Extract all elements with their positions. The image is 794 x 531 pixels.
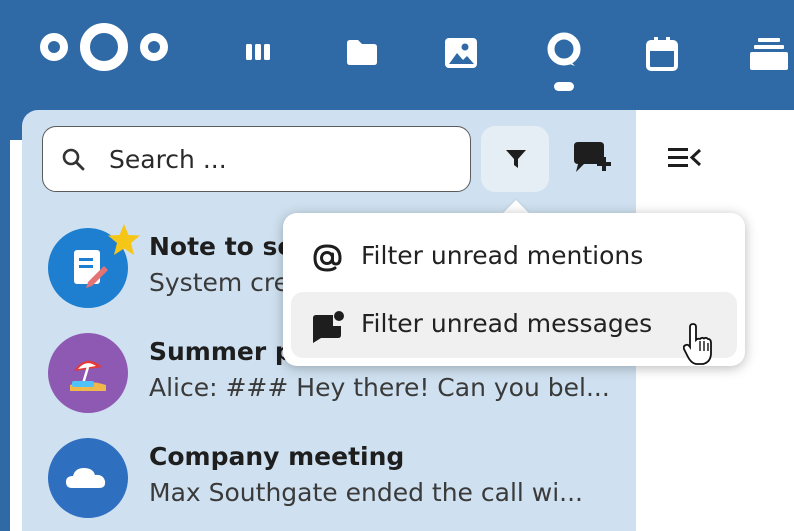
search-input[interactable] xyxy=(107,127,461,192)
filter-button[interactable] xyxy=(481,126,549,192)
conversation-title: Company meeting xyxy=(149,442,405,471)
conversation-preview: System cre xyxy=(149,268,290,297)
hand-cursor-icon xyxy=(682,322,713,370)
new-conversation-button[interactable] xyxy=(570,140,614,184)
filter-menu: Filter unread mentions Filter unread mes… xyxy=(283,213,745,366)
calendar-icon[interactable] xyxy=(645,36,679,72)
conversation-item[interactable]: Company meeting Max Southgate ended the … xyxy=(48,438,618,520)
dashboard-icon[interactable] xyxy=(246,40,272,62)
talk-icon[interactable] xyxy=(545,30,583,94)
logo-icon[interactable] xyxy=(38,22,170,72)
conversation-title: Summer p xyxy=(149,337,293,366)
files-icon[interactable] xyxy=(345,38,379,66)
sidebar-toggle-button[interactable] xyxy=(668,146,702,174)
search-box[interactable] xyxy=(42,126,471,192)
cloud-icon xyxy=(66,468,106,488)
top-header xyxy=(0,0,794,110)
beach-icon xyxy=(70,360,106,391)
search-icon xyxy=(61,147,87,177)
filter-unread-mentions-item[interactable]: Filter unread mentions xyxy=(291,224,737,290)
avatar xyxy=(48,438,128,518)
photos-icon[interactable] xyxy=(443,36,479,70)
conversation-preview: Alice: ### Hey there! Can you bel... xyxy=(149,373,610,402)
filter-unread-messages-item[interactable]: Filter unread messages xyxy=(291,292,737,358)
filter-icon xyxy=(506,150,526,168)
message-badge-icon xyxy=(311,310,345,348)
conversation-preview: Max Southgate ended the call wi... xyxy=(149,478,584,507)
menu-item-label: Filter unread messages xyxy=(361,309,653,338)
conversation-title: Note to se xyxy=(149,232,295,261)
avatar xyxy=(48,333,128,413)
deck-icon[interactable] xyxy=(748,36,788,72)
new-conversation-icon xyxy=(574,142,611,172)
menu-close-icon xyxy=(668,148,702,167)
favorite-star-icon xyxy=(106,222,142,262)
popover-arrow xyxy=(502,200,530,214)
menu-item-label: Filter unread mentions xyxy=(361,241,644,270)
left-edge xyxy=(0,110,10,531)
at-icon xyxy=(311,242,343,278)
